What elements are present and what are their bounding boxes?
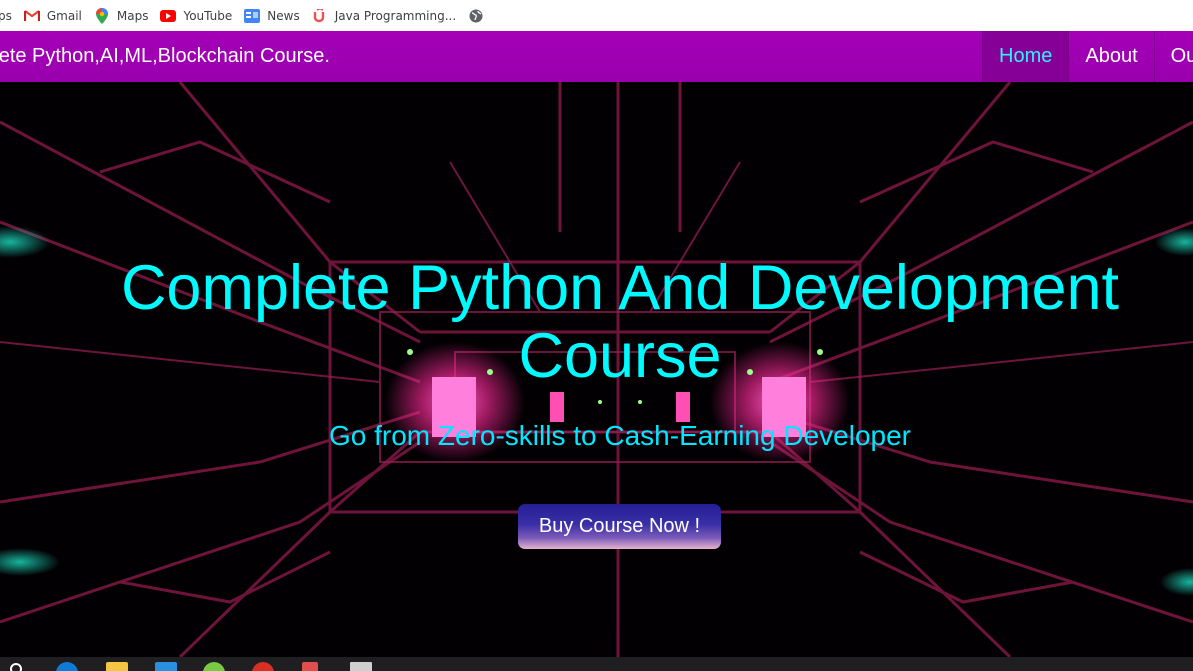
- search-icon[interactable]: [10, 663, 22, 671]
- bookmark-label: ps: [0, 8, 12, 23]
- bookmark-label: Gmail: [46, 8, 82, 23]
- bookmark-label: News: [267, 8, 300, 23]
- bookmark-gmail[interactable]: Gmail: [18, 4, 88, 28]
- bookmarks-bar: ps Gmail Maps YouTube News Java Programm…: [0, 0, 1193, 31]
- site-navbar: nplete Python,AI,ML,Blockchain Course. H…: [0, 31, 1193, 82]
- chrome-icon[interactable]: [203, 662, 225, 671]
- hero-section: Complete Python And Development Course G…: [0, 82, 1193, 657]
- chrome-active-icon[interactable]: [252, 662, 274, 671]
- bookmark-maps[interactable]: Maps: [88, 4, 155, 28]
- bookmark-news[interactable]: News: [238, 4, 305, 28]
- news-icon: [244, 8, 261, 24]
- bookmark-label: YouTube: [183, 8, 233, 23]
- maps-icon: [94, 7, 110, 24]
- edge-icon[interactable]: [56, 662, 78, 671]
- store-icon[interactable]: [155, 662, 177, 671]
- pen-icon[interactable]: [302, 662, 318, 671]
- nav-link-our[interactable]: Ou: [1153, 31, 1193, 82]
- hero-subtitle: Go from Zero-skills to Cash-Earning Deve…: [329, 420, 911, 451]
- bookmark-java-programming[interactable]: Java Programming...: [306, 4, 462, 28]
- hero-title: Complete Python And Development Course: [120, 253, 1120, 391]
- gmail-icon: [23, 8, 40, 24]
- youtube-icon: [160, 8, 177, 24]
- nav-link-home[interactable]: Home: [982, 31, 1069, 82]
- file-explorer-icon[interactable]: [106, 662, 128, 671]
- bookmark-globe[interactable]: [462, 4, 497, 28]
- udemy-icon: [312, 8, 328, 24]
- bookmark-label: Java Programming...: [334, 8, 457, 23]
- nav-links: Home About Ou: [982, 31, 1193, 82]
- nav-link-about[interactable]: About: [1068, 31, 1153, 82]
- buy-course-button[interactable]: Buy Course Now !: [518, 504, 721, 549]
- site-brand[interactable]: nplete Python,AI,ML,Blockchain Course.: [0, 31, 330, 82]
- globe-icon: [468, 8, 484, 24]
- terminal-icon[interactable]: [350, 662, 372, 671]
- bookmark-apps[interactable]: ps: [0, 4, 18, 28]
- os-taskbar: [0, 657, 1193, 671]
- bookmark-label: Maps: [116, 8, 149, 23]
- bookmark-youtube[interactable]: YouTube: [154, 4, 238, 28]
